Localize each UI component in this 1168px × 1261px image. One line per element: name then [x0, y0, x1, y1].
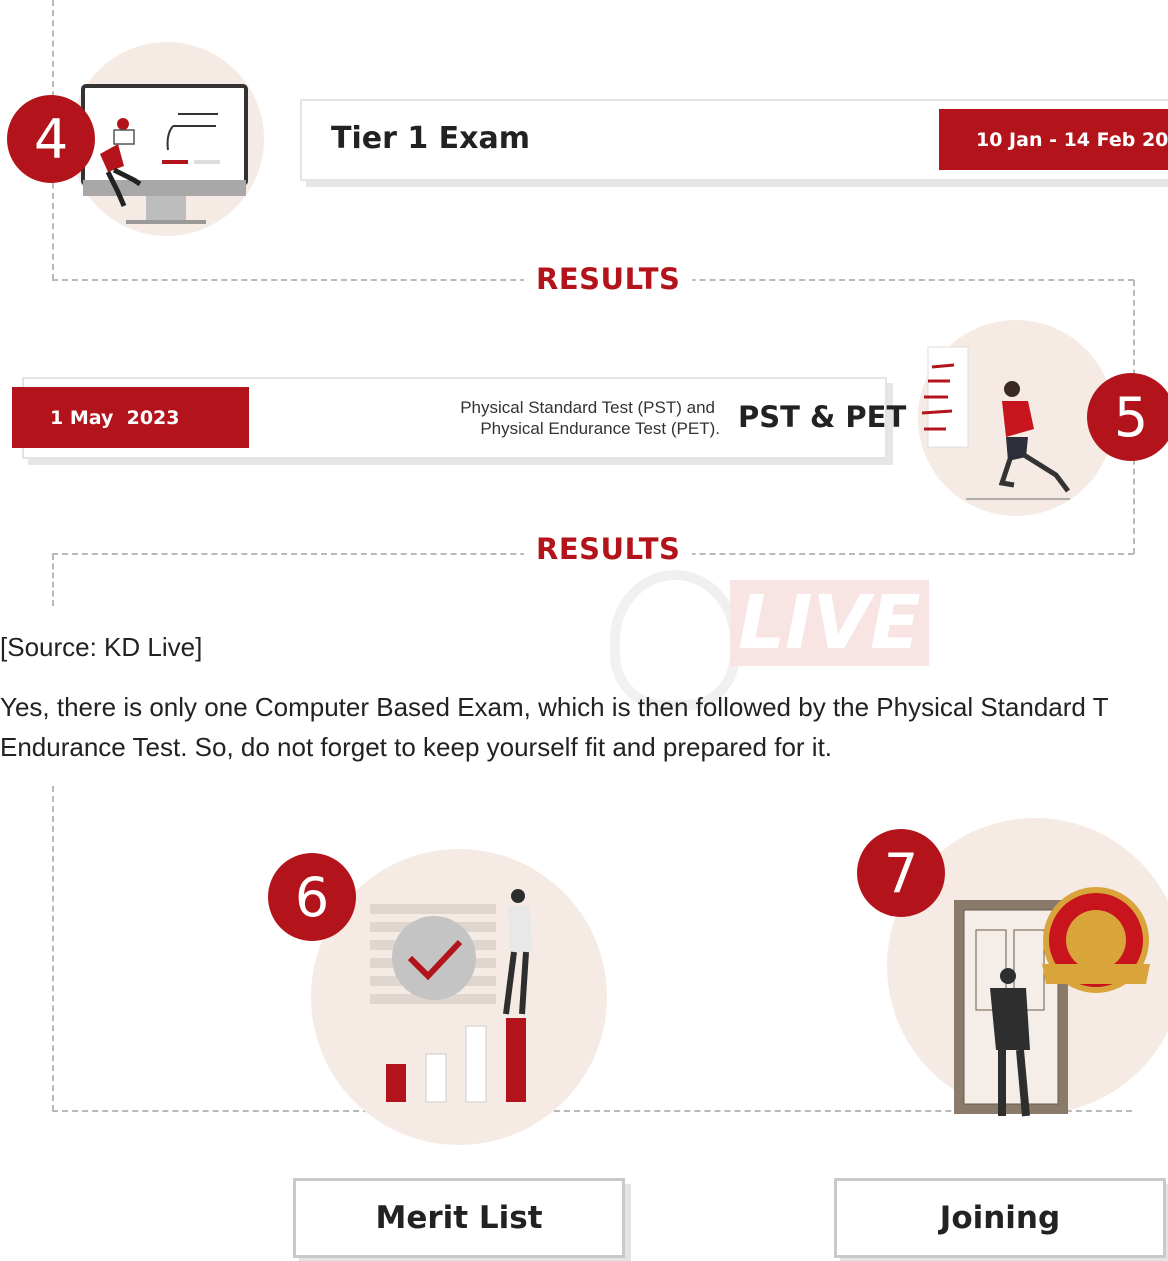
merit-list-box: Merit List [293, 1178, 625, 1258]
step5-title: PST & PET [738, 400, 907, 434]
step4-number-badge: 4 [7, 95, 95, 183]
kd-live-watermark: LIVE [610, 560, 929, 710]
computer-teacher-icon [81, 84, 248, 224]
timeline-dash-left-lower [52, 786, 54, 1111]
results-label-1: RESULTS [524, 262, 693, 296]
watermark-text: LIVE [730, 580, 929, 666]
joining-box: Joining [834, 1178, 1166, 1258]
step4-title: Tier 1 Exam [331, 121, 530, 156]
door-officer-icon [954, 887, 1150, 1117]
step5-desc-line2: Physical Endurance Test (PET). [480, 419, 720, 438]
step6-number-badge: 6 [268, 853, 356, 941]
step4-date-badge: 10 Jan - 14 Feb 2023 [939, 109, 1168, 170]
step5-date-badge: 1 May 2023 [12, 387, 249, 448]
step5-desc-line1: Physical Standard Test (PST) and [460, 398, 715, 417]
step7-number-badge: 7 [857, 829, 945, 917]
source-caption: [Source: KD Live] [0, 632, 203, 662]
merit-chart-icon [370, 889, 532, 1103]
step5-number-badge: 5 [1087, 373, 1168, 461]
paragraph-line-1: Yes, there is only one Computer Based Ex… [0, 692, 1109, 722]
paragraph-line-2: Endurance Test. So, do not forget to kee… [0, 732, 833, 762]
runner-icon [921, 346, 1070, 500]
timeline-dash-left-bottom [52, 554, 54, 606]
